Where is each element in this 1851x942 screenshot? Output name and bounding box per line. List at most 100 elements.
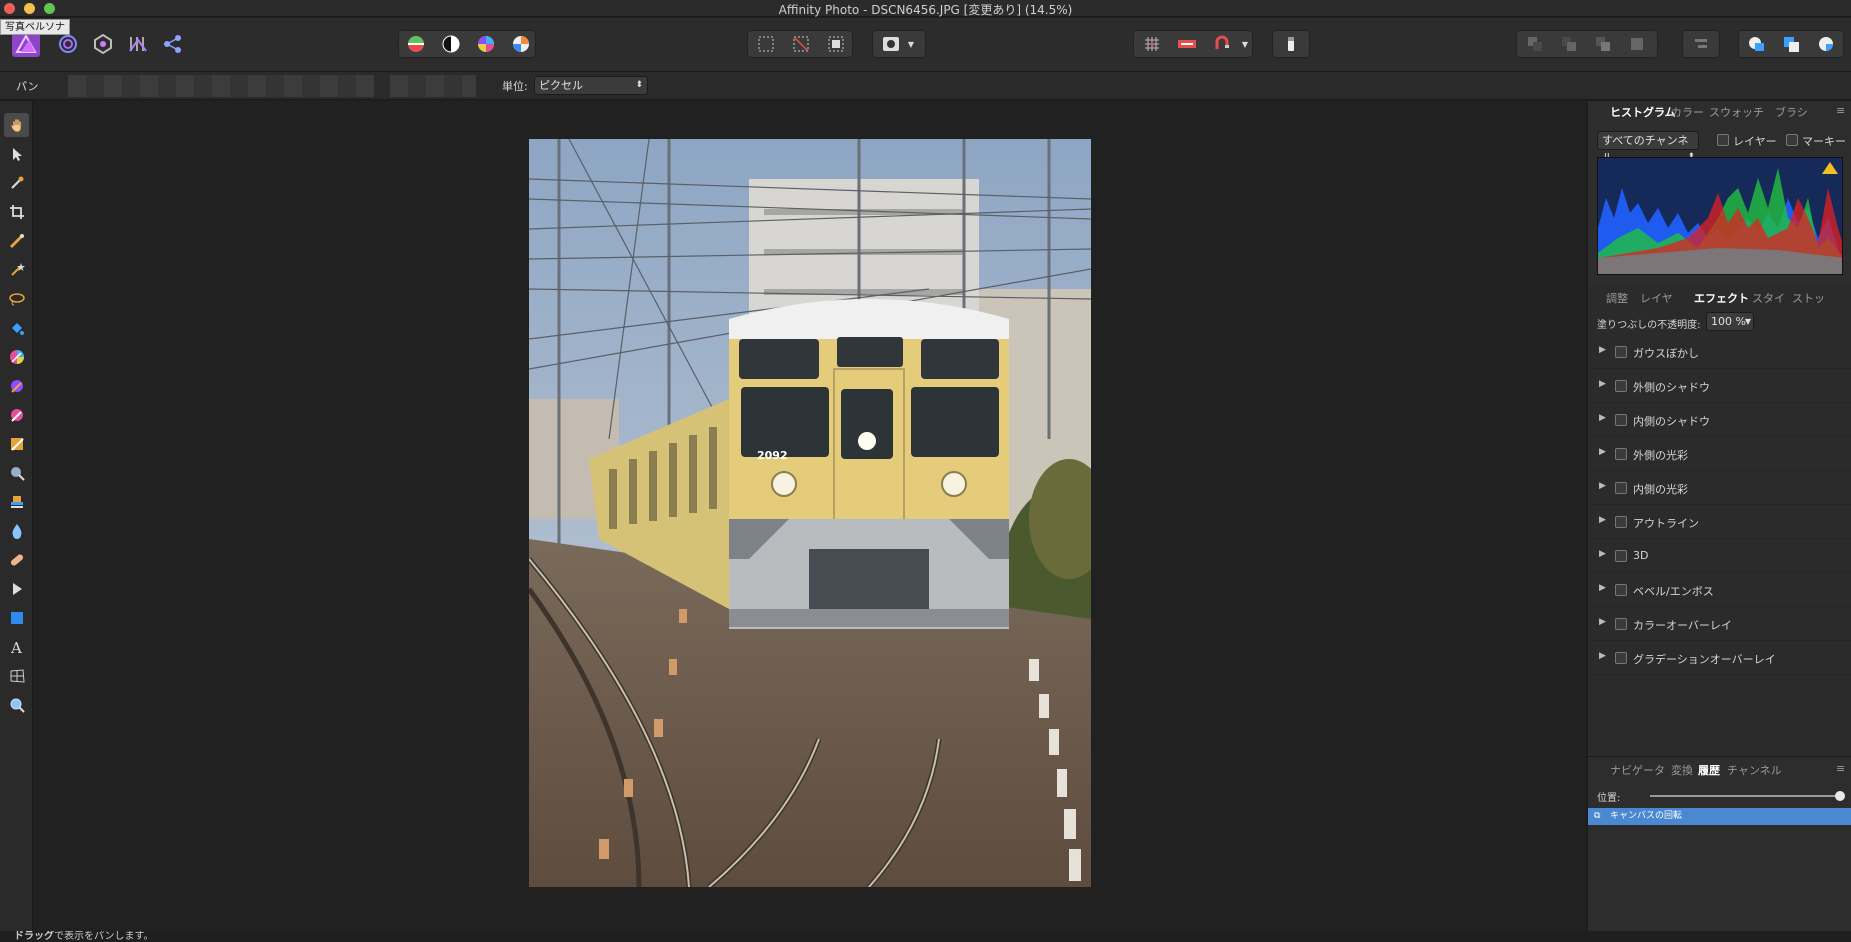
tab-layers[interactable]: レイヤ: [1640, 290, 1673, 306]
grid-icon[interactable]: [1138, 31, 1166, 57]
subtract-icon[interactable]: [1778, 31, 1806, 57]
force-pixel-alignment-icon[interactable]: [1277, 31, 1305, 57]
expand-triangle-icon[interactable]: ▶: [1599, 379, 1606, 389]
effect-row-inner-glow[interactable]: ▶ 内側の光彩: [1588, 471, 1851, 505]
intersect-icon[interactable]: [1813, 31, 1841, 57]
expand-triangle-icon[interactable]: ▶: [1599, 447, 1606, 457]
zoom-tool-icon[interactable]: [4, 693, 29, 717]
move-to-back-icon[interactable]: [1521, 31, 1549, 57]
effect-checkbox[interactable]: [1615, 380, 1627, 392]
auto-colors-icon[interactable]: [472, 31, 500, 57]
clone-tool-icon[interactable]: [4, 490, 29, 514]
auto-levels-icon[interactable]: [402, 31, 430, 57]
effect-row-color-overlay[interactable]: ▶ カラーオーバーレイ: [1588, 607, 1851, 641]
effect-checkbox[interactable]: [1615, 448, 1627, 460]
tab-histogram[interactable]: ヒストグラム: [1610, 104, 1676, 120]
tab-color[interactable]: カラー: [1671, 104, 1704, 120]
tab-styles[interactable]: スタイ: [1752, 290, 1785, 306]
invert-selection-icon[interactable]: [822, 31, 850, 57]
deselect-icon[interactable]: [787, 31, 815, 57]
history-slider-thumb[interactable]: [1835, 791, 1845, 801]
expand-triangle-icon[interactable]: ▶: [1599, 515, 1606, 525]
selection-brush-tool-icon[interactable]: [4, 229, 29, 253]
tab-transform[interactable]: 変換: [1671, 762, 1693, 778]
tab-channels[interactable]: チャンネル: [1727, 762, 1782, 778]
effect-checkbox[interactable]: [1615, 618, 1627, 630]
fill-opacity-select[interactable]: 100 % ▼: [1706, 312, 1754, 331]
tab-swatches[interactable]: スウォッチ: [1709, 104, 1764, 120]
effect-checkbox[interactable]: [1615, 482, 1627, 494]
effect-row-outer-glow[interactable]: ▶ 外側の光彩: [1588, 437, 1851, 471]
expand-triangle-icon[interactable]: ▶: [1599, 583, 1606, 593]
hand-tool-icon[interactable]: [4, 113, 29, 137]
effect-row-gradient-overlay[interactable]: ▶ グラデーションオーバーレイ: [1588, 641, 1851, 675]
effect-checkbox[interactable]: [1615, 550, 1627, 562]
effect-checkbox[interactable]: [1615, 652, 1627, 664]
history-entry[interactable]: ⧉ キャンバスの回転: [1588, 808, 1851, 825]
panel-menu-icon[interactable]: ≡: [1836, 762, 1845, 775]
crop-tool-icon[interactable]: [4, 200, 29, 224]
tab-adjustments[interactable]: 調整: [1606, 290, 1628, 306]
tone-mapping-persona-icon[interactable]: [124, 31, 152, 57]
auto-contrast-icon[interactable]: [437, 31, 465, 57]
panel-menu-icon[interactable]: ≡: [1836, 104, 1845, 117]
expand-triangle-icon[interactable]: ▶: [1599, 651, 1606, 661]
expand-triangle-icon[interactable]: ▶: [1599, 481, 1606, 491]
dodge-tool-icon[interactable]: [4, 461, 29, 485]
assistant-icon[interactable]: [1173, 31, 1201, 57]
quick-mask-icon[interactable]: [877, 31, 905, 57]
tab-navigator[interactable]: ナビゲータ: [1610, 762, 1665, 778]
export-persona-icon[interactable]: [159, 31, 187, 57]
tab-effects[interactable]: エフェクト: [1694, 290, 1749, 306]
color-picker-tool-icon[interactable]: [4, 171, 29, 195]
align-icon[interactable]: [1687, 31, 1715, 57]
pixel-tool-icon[interactable]: [4, 403, 29, 427]
auto-white-balance-icon[interactable]: [507, 31, 535, 57]
paint-brush-tool-icon[interactable]: [4, 345, 29, 369]
expand-triangle-icon[interactable]: ▶: [1599, 549, 1606, 559]
blur-brush-icon[interactable]: [4, 519, 29, 543]
healing-brush-icon[interactable]: [4, 548, 29, 572]
move-to-front-icon[interactable]: [1623, 31, 1651, 57]
snapping-dropdown-icon[interactable]: ▼: [1238, 31, 1252, 57]
layer-checkbox[interactable]: [1717, 134, 1729, 146]
effect-checkbox[interactable]: [1615, 346, 1627, 358]
effect-checkbox[interactable]: [1615, 516, 1627, 528]
expand-triangle-icon[interactable]: ▶: [1599, 617, 1606, 627]
history-position-slider[interactable]: [1650, 791, 1845, 801]
effect-row-outer-shadow[interactable]: ▶ 外側のシャドウ: [1588, 369, 1851, 403]
develop-persona-icon[interactable]: [89, 31, 117, 57]
mesh-warp-tool-icon[interactable]: [4, 664, 29, 688]
node-tool-icon[interactable]: [4, 577, 29, 601]
paint-mixer-brush-icon[interactable]: [4, 432, 29, 456]
flood-fill-tool-icon[interactable]: [4, 316, 29, 340]
effect-row-gaussian-blur[interactable]: ▶ ガウスぼかし: [1588, 335, 1851, 369]
move-forward-icon[interactable]: [1589, 31, 1617, 57]
quick-mask-dropdown-icon[interactable]: ▼: [904, 31, 918, 57]
marquee-checkbox[interactable]: [1786, 134, 1798, 146]
expand-triangle-icon[interactable]: ▶: [1599, 413, 1606, 423]
freehand-selection-tool-icon[interactable]: [4, 287, 29, 311]
rectangle-tool-icon[interactable]: [4, 606, 29, 630]
effect-row-3d[interactable]: ▶ 3D: [1588, 539, 1851, 573]
tab-history[interactable]: 履歴: [1698, 762, 1720, 778]
flood-select-tool-icon[interactable]: [4, 258, 29, 282]
snapping-icon[interactable]: [1208, 31, 1236, 57]
color-replacement-tool-icon[interactable]: [4, 374, 29, 398]
effect-row-inner-shadow[interactable]: ▶ 内側のシャドウ: [1588, 403, 1851, 437]
effect-checkbox[interactable]: [1615, 584, 1627, 596]
document-photo[interactable]: 2092: [529, 139, 1091, 887]
add-icon[interactable]: [1743, 31, 1771, 57]
effect-row-bevel-emboss[interactable]: ▶ ベベル/エンボス: [1588, 573, 1851, 607]
tab-stock[interactable]: ストッ: [1792, 290, 1825, 306]
move-back-icon[interactable]: [1555, 31, 1583, 57]
channel-select[interactable]: すべてのチャンネル ⬍: [1597, 131, 1699, 164]
unit-select[interactable]: ピクセル ⬍: [534, 76, 648, 95]
tab-brushes[interactable]: ブラシ: [1775, 104, 1808, 120]
effect-checkbox[interactable]: [1615, 414, 1627, 426]
text-tool-icon[interactable]: A: [4, 635, 29, 659]
move-tool-icon[interactable]: [4, 142, 29, 166]
effect-row-outline[interactable]: ▶ アウトライン: [1588, 505, 1851, 539]
expand-triangle-icon[interactable]: ▶: [1599, 345, 1606, 355]
select-all-icon[interactable]: [752, 31, 780, 57]
